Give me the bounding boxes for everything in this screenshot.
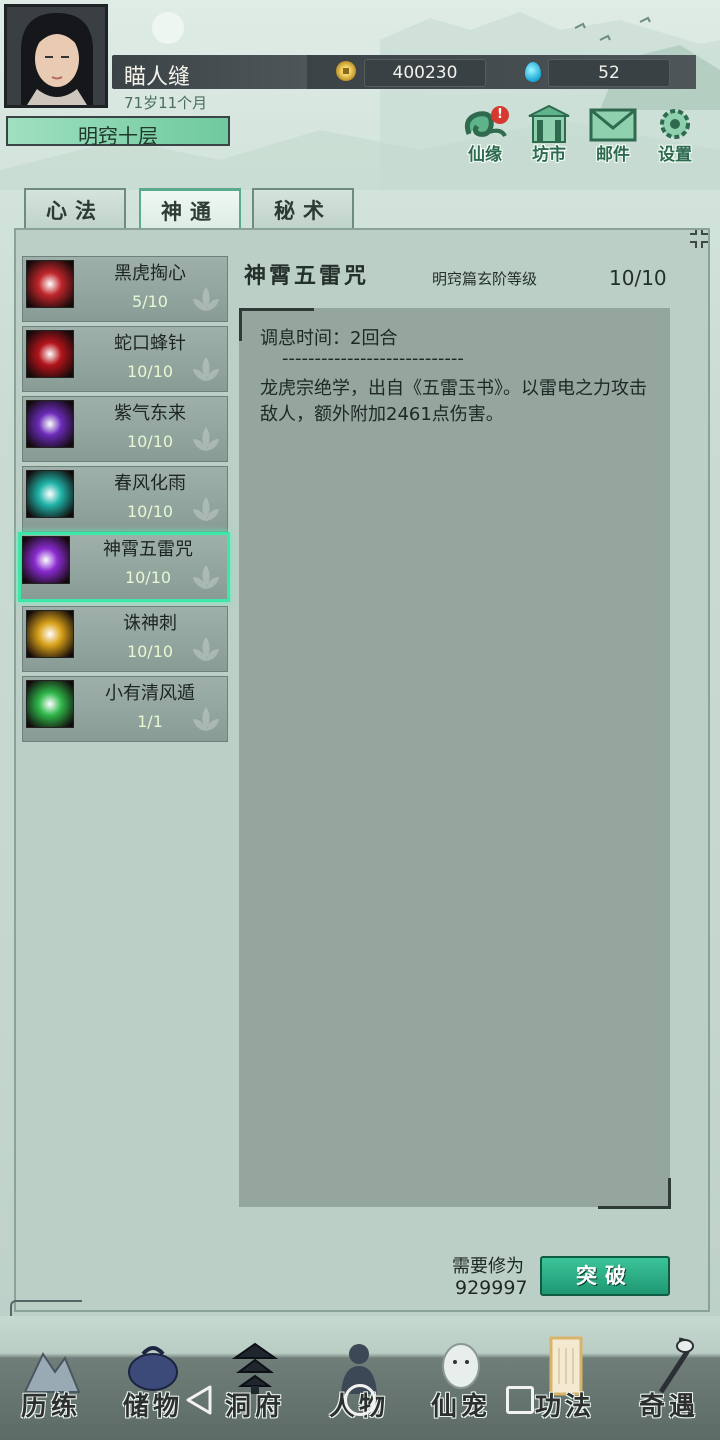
needle-burst-icon xyxy=(26,330,74,378)
tab-xinfa[interactable]: 心法 xyxy=(24,188,126,230)
nav-item[interactable]: 功法 xyxy=(520,1330,610,1430)
coin-icon xyxy=(336,61,356,81)
skill-detail-box xyxy=(239,308,670,1207)
skill-name: 春风化雨 xyxy=(114,473,186,494)
skill-name: 蛇口蜂针 xyxy=(114,333,186,354)
system-recent-apps-icon[interactable] xyxy=(506,1386,534,1414)
skill-detail-title: 神霄五雷咒 xyxy=(244,264,370,289)
skill-name: 神霄五雷咒 xyxy=(103,539,193,560)
market-icon xyxy=(528,104,570,143)
skill-level: 10/10 xyxy=(126,362,174,381)
skill-name: 小有清风遁 xyxy=(105,683,195,704)
avatar-portrait xyxy=(7,7,105,105)
spring-rain-icon xyxy=(26,470,74,518)
wind-escape-icon xyxy=(26,680,74,728)
tiger-claw-icon xyxy=(26,260,74,308)
mail-label: 邮件 xyxy=(596,145,630,165)
mail-icon xyxy=(589,108,637,142)
nav-label: 洞府 xyxy=(224,1392,285,1422)
skill-level: 10/10 xyxy=(126,432,174,451)
notification-badge: ! xyxy=(491,106,509,124)
system-back-icon[interactable] xyxy=(184,1384,214,1416)
skill-level: 5/10 xyxy=(132,292,168,311)
skill-level: 10/10 xyxy=(124,568,172,587)
skill-item[interactable]: 诛神刺 10/10 xyxy=(22,606,228,672)
nav-item[interactable]: 历练 xyxy=(6,1330,96,1430)
skill-description: 龙虎宗绝学，出自《五雷玉书》。以雷电之力攻击敌人，额外附加2461点伤害。 xyxy=(260,378,647,425)
nav-label: 仙宠 xyxy=(430,1392,491,1422)
skill-detail-level: 10/10 xyxy=(609,266,667,290)
skill-item[interactable]: 神霄五雷咒 10/10 xyxy=(18,532,230,602)
detail-bracket-bottom-right xyxy=(598,1178,671,1209)
mail-button[interactable]: 邮件 xyxy=(583,104,643,165)
detail-separator: ---------------------------- xyxy=(282,348,464,369)
spirit-stone-icon xyxy=(525,62,541,82)
corner-ornament-icon xyxy=(690,230,708,248)
skill-name: 诛神刺 xyxy=(123,613,177,634)
breakthrough-button[interactable]: 突破 xyxy=(540,1256,670,1296)
skill-name: 紫气东来 xyxy=(114,403,186,424)
tab-shentong[interactable]: 神通 xyxy=(139,188,241,230)
nav-item[interactable]: 仙宠 xyxy=(416,1330,506,1430)
xianyuan-label: 仙缘 xyxy=(468,145,502,165)
spear-icon xyxy=(26,610,74,658)
name-bar: 瞄人缝 xyxy=(112,55,307,90)
gem-count: 52 xyxy=(548,59,670,87)
requirement-label: 需要修为 xyxy=(452,1256,524,1277)
requirement-value: 929997 xyxy=(455,1277,528,1299)
skill-level: 10/10 xyxy=(126,642,174,661)
skill-cooldown: 调息时间：2回合 xyxy=(260,328,398,349)
skill-item[interactable]: 小有清风遁 1/1 xyxy=(22,676,228,742)
lightning-icon xyxy=(22,536,70,584)
skill-item[interactable]: 春风化雨 10/10 xyxy=(22,466,228,532)
purple-qi-icon xyxy=(26,400,74,448)
nav-item[interactable]: 洞府 xyxy=(210,1330,300,1430)
skill-level: 1/1 xyxy=(137,712,163,731)
tab-mishu[interactable]: 秘术 xyxy=(252,188,354,230)
nav-label: 历练 xyxy=(20,1392,81,1422)
nav-item[interactable]: 奇遇 xyxy=(624,1330,714,1430)
skill-item[interactable]: 黑虎掏心 5/10 xyxy=(22,256,228,322)
xianyuan-button[interactable]: ! 仙缘 xyxy=(455,104,515,165)
settings-button[interactable]: 设置 xyxy=(645,104,705,165)
player-name: 瞄人缝 xyxy=(124,65,191,90)
market-label: 坊市 xyxy=(532,145,566,165)
skill-detail-subtitle: 明窍篇玄阶等级 xyxy=(432,270,538,288)
skill-item[interactable]: 紫气东来 10/10 xyxy=(22,396,228,462)
skill-level: 10/10 xyxy=(126,502,174,521)
system-home-icon[interactable] xyxy=(344,1384,376,1416)
market-button[interactable]: 坊市 xyxy=(519,104,579,165)
skill-item[interactable]: 蛇口蜂针 10/10 xyxy=(22,326,228,392)
player-age: 71岁11个月 xyxy=(124,94,208,112)
skill-name: 黑虎掏心 xyxy=(114,263,186,284)
player-realm: 明窍十层 xyxy=(78,124,158,148)
settings-label: 设置 xyxy=(658,145,692,165)
player-avatar[interactable] xyxy=(4,4,108,108)
nav-label: 奇遇 xyxy=(638,1392,699,1422)
realm-progress-bar: 明窍十层 xyxy=(6,116,230,148)
coin-count: 400230 xyxy=(364,59,486,87)
gear-icon xyxy=(660,109,690,139)
